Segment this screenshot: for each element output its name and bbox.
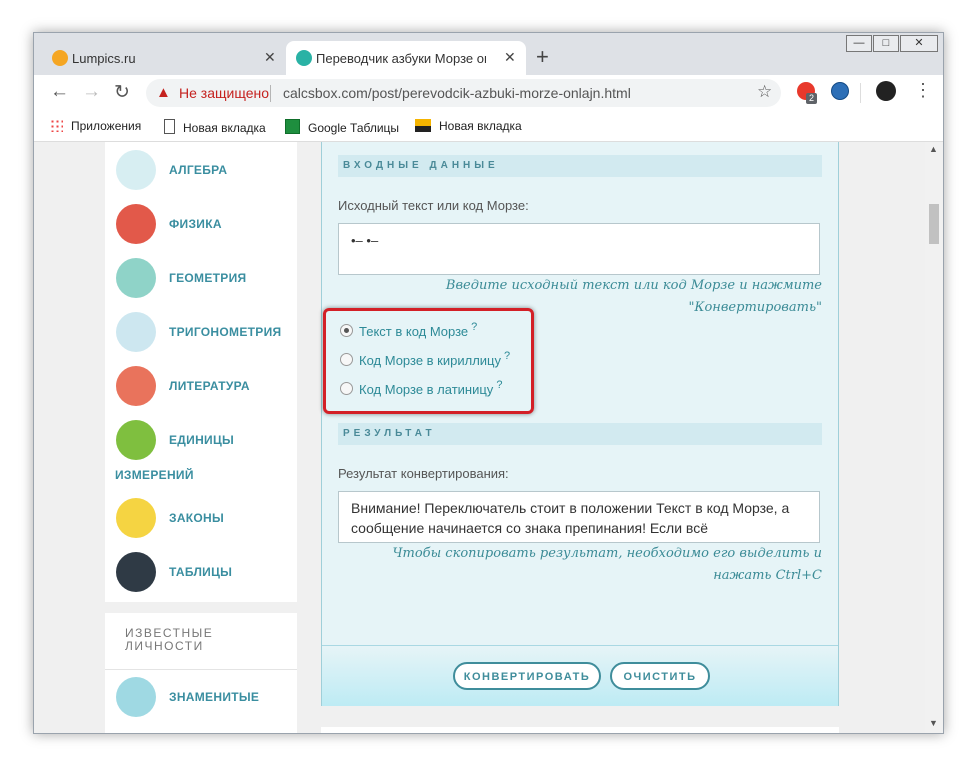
sidebar-item-label: АЛГЕБРА	[169, 163, 228, 177]
input-section-header: ВХОДНЫЕ ДАННЫЕ	[338, 155, 822, 177]
result-hint-line1: Чтобы скопировать результат, необходимо …	[392, 546, 822, 561]
bookmark-label: Приложения	[71, 119, 142, 133]
new-tab-plus-icon[interactable]: +	[536, 44, 549, 70]
clear-button[interactable]: ОЧИСТИТЬ	[610, 662, 710, 690]
address-bar[interactable]: ▲ Не защищено calcsbox.com/post/perevodc…	[146, 79, 781, 107]
sidebar-item-label: ТАБЛИЦЫ	[169, 565, 233, 579]
browser-window: Lumpics.ru ✕ Переводчик азбуки Морзе онл…	[33, 32, 944, 734]
tab-morse-translator[interactable]: Переводчик азбуки Морзе онлайн ✕	[286, 41, 526, 75]
apps-grid-icon	[50, 119, 63, 132]
sidebar-item-label: ЗНАМЕНИТЫЕ	[169, 690, 260, 704]
sidebar-item-label: ЗАКОНЫ	[169, 511, 225, 525]
bookmark-new-tab-2[interactable]: Новая вкладка	[415, 119, 522, 133]
bookmarks-bar: Приложения Новая вкладка Google Таблицы …	[34, 111, 943, 142]
profile-avatar[interactable]	[876, 81, 896, 101]
tab-close-icon[interactable]: ✕	[264, 49, 276, 66]
bookmark-label: Новая вкладка	[183, 121, 266, 135]
result-hint-line2: нажать Ctrl+C	[713, 568, 822, 583]
extension-globe-icon[interactable]	[831, 82, 849, 100]
bookmark-label: Новая вкладка	[439, 119, 522, 133]
result-hint: Чтобы скопировать результат, необходимо …	[352, 543, 822, 587]
morse-converter-panel: ВХОДНЫЕ ДАННЫЕ Исходный текст или код Мо…	[321, 142, 839, 706]
result-section-header: РЕЗУЛЬТАТ	[338, 423, 822, 445]
famous-people-title: ИЗВЕСТНЫЕ ЛИЧНОСТИ	[125, 626, 214, 653]
back-arrow-icon[interactable]: ←	[50, 81, 69, 103]
tab-lumpics[interactable]: Lumpics.ru ✕	[42, 41, 287, 75]
clover-icon	[116, 677, 156, 717]
mode-highlight-frame	[323, 308, 534, 414]
famous-people-sidebar: ИЗВЕСТНЫЕ ЛИЧНОСТИ ЗНАМЕНИТЫЕ	[105, 613, 297, 733]
sidebar-item-label: ТРИГОНОМЕТРИЯ	[169, 325, 282, 339]
maximize-button[interactable]: □	[873, 35, 899, 52]
result-textarea[interactable]: Внимание! Переключатель стоит в положени…	[338, 491, 820, 543]
sidebar-item-label: ФИЗИКА	[169, 217, 222, 231]
sidebar-item-label: ЛИТЕРАТУРА	[169, 379, 250, 393]
bookmark-star-icon[interactable]: ☆	[757, 82, 772, 102]
menu-kebab-icon[interactable]: ⋮	[914, 80, 932, 101]
book-icon	[116, 366, 156, 406]
compass-icon	[116, 312, 156, 352]
forward-arrow-icon[interactable]: →	[82, 81, 101, 103]
security-status[interactable]: Не защищено	[179, 85, 269, 101]
scroll-up-arrow-icon[interactable]: ▲	[929, 144, 938, 154]
sidebar-item-units[interactable]: ЕДИНИЦЫ ИЗМЕРЕНИЙ	[105, 420, 297, 490]
input-label: Исходный текст или код Морзе:	[338, 198, 529, 213]
bookmark-google-sheets[interactable]: Google Таблицы	[285, 119, 399, 135]
ruler-triangle-icon	[116, 258, 156, 298]
sidebar-item-label-line2: ИЗМЕРЕНИЙ	[115, 468, 194, 482]
omnibox-divider	[270, 85, 271, 102]
sidebar-item-label: ЕДИНИЦЫ	[169, 433, 235, 447]
result-label: Результат конвертирования:	[338, 466, 509, 481]
tab-title: Lumpics.ru	[72, 51, 136, 66]
bookmark-label: Google Таблицы	[308, 121, 400, 135]
reload-icon[interactable]: ↻	[114, 81, 130, 104]
bookmark-new-tab[interactable]: Новая вкладка	[164, 119, 266, 135]
famous-divider	[105, 669, 297, 670]
scales-icon	[116, 420, 156, 460]
extension-badge: 2	[806, 93, 818, 104]
source-text-input[interactable]: •– •–	[338, 223, 820, 275]
category-sidebar: АЛГЕБРА ФИЗИКА ГЕОМЕТРИЯ ТРИГОНОМЕТРИЯ Л…	[105, 142, 297, 602]
input-hint-line1: Введите исходный текст или код Морзе и н…	[445, 278, 822, 293]
convert-button[interactable]: КОНВЕРТИРОВАТЬ	[453, 662, 601, 690]
next-content-block	[321, 727, 839, 733]
page-content: АЛГЕБРА ФИЗИКА ГЕОМЕТРИЯ ТРИГОНОМЕТРИЯ Л…	[34, 142, 925, 733]
tab-close-icon[interactable]: ✕	[504, 49, 516, 66]
bookmark-apps[interactable]: Приложения	[50, 119, 141, 133]
tab-strip: Lumpics.ru ✕ Переводчик азбуки Морзе онл…	[34, 33, 943, 75]
warning-triangle-icon: ▲	[156, 84, 171, 101]
panel-button-bar: КОНВЕРТИРОВАТЬ ОЧИСТИТЬ	[322, 645, 838, 706]
url-text[interactable]: calcsbox.com/post/perevodcik-azbuki-morz…	[283, 85, 631, 101]
calcsbox-favicon-icon	[296, 50, 312, 66]
minimize-button[interactable]: —	[846, 35, 872, 52]
browser-toolbar: ← → ↻ ▲ Не защищено calcsbox.com/post/pe…	[34, 75, 943, 111]
clipboard-icon	[116, 552, 156, 592]
image-icon	[415, 119, 431, 132]
atom-icon	[116, 204, 156, 244]
scroll-thumb[interactable]	[929, 204, 939, 244]
scroll-down-arrow-icon[interactable]: ▼	[929, 718, 938, 728]
toolbar-divider	[860, 83, 861, 103]
sheets-icon	[285, 119, 300, 134]
notebook-icon	[116, 498, 156, 538]
lumpics-favicon-icon	[52, 50, 68, 66]
page-scrollbar[interactable]: ▲ ▼	[925, 142, 943, 733]
close-window-button[interactable]: ✕	[900, 35, 938, 52]
page-icon	[164, 119, 175, 134]
algebra-icon	[116, 150, 156, 190]
sidebar-item-label: ГЕОМЕТРИЯ	[169, 271, 247, 285]
tab-title: Переводчик азбуки Морзе онлайн	[316, 51, 486, 66]
